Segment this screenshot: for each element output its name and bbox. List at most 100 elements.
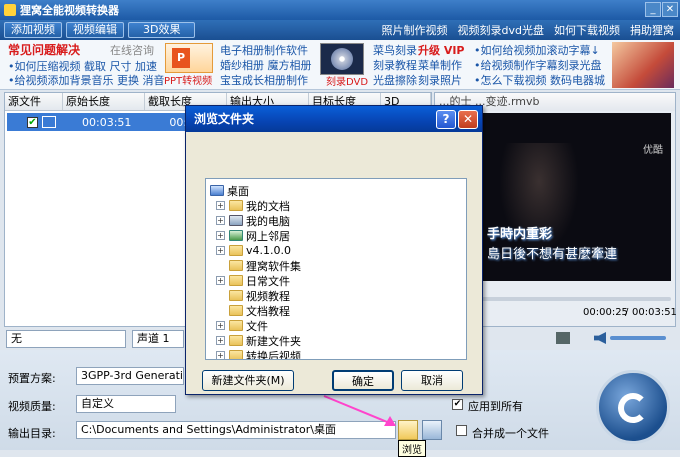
tree-item[interactable]: + 我的电脑 [216,213,290,228]
tree-item[interactable]: 文档教程 [216,303,290,318]
expand-icon[interactable]: + [216,321,225,330]
burn-link[interactable]: 刻录教程 [373,59,417,73]
caption-line-2: 島日後不想有甚麼牽連 [487,247,618,262]
folder-icon [229,335,243,346]
desktop-icon [210,185,224,196]
refresh-icon [618,393,648,423]
tree-item-label: 我的电脑 [246,214,290,228]
close-icon[interactable]: ✕ [662,2,678,17]
tree-item[interactable]: + 网上邻居 [216,228,290,243]
folder-icon [229,350,243,359]
row-duration: 00:03:51 [82,115,132,129]
tree-item-label: 日常文件 [246,274,290,288]
top-link[interactable]: 照片制作视频 [382,22,448,38]
burn-link[interactable]: 光盘擦除 [373,74,417,88]
album-link[interactable]: 婚纱相册 魔方相册 [220,59,312,73]
col-header[interactable]: 源文件 [5,93,63,110]
tree-item[interactable]: + 新建文件夹 [216,333,301,348]
tree-item-label: 网上邻居 [246,229,290,243]
tree-item[interactable]: 桌面 [210,183,249,198]
tree-item[interactable]: 视频教程 [216,288,290,303]
faq-line-1[interactable]: •如何压缩视频 截取 尺寸 加速 [8,60,157,74]
browse-folder-button[interactable] [398,420,418,440]
expand-icon[interactable]: + [216,231,225,240]
quality-select[interactable]: 自定义 [76,395,176,413]
faq-title[interactable]: 常见问题解决 [8,43,80,57]
top-link[interactable]: 捐助狸窝 [630,22,674,38]
tree-item-label: 转换后视频 [246,349,301,360]
volume-slider[interactable] [610,336,666,340]
burn-link[interactable]: 菜鸟刻录 [373,44,417,58]
tree-item[interactable]: 狸窝软件集 [216,258,301,273]
browse-tooltip: 浏览 [398,440,426,457]
close-icon[interactable]: ✕ [458,110,478,129]
cancel-button[interactable]: 取消 [401,370,463,391]
expand-icon[interactable]: + [216,336,225,345]
tree-item[interactable]: + 文件 [216,318,268,333]
game-ad-image[interactable] [612,42,674,88]
tree-item[interactable]: + v4.1.0.0 [216,243,291,258]
top-link[interactable]: 如何下载视频 [554,22,620,38]
edit-video-button[interactable]: 视频编辑 [66,22,124,38]
browse-folder-dialog: 浏览文件夹 ? ✕ 桌面 + 我的文档 + 我的电脑 + 网上邻居 + v4.1.0.0 狸窝软件… [185,105,483,395]
tree-item[interactable]: + 我的文档 [216,198,290,213]
tree-item-label: 狸窝软件集 [246,259,301,273]
top-links: 照片制作视频 视频刻录dvd光盘 如何下载视频 捐助狸窝 [382,22,674,38]
expand-icon[interactable]: + [216,276,225,285]
time-current: 00:00:25 [583,307,628,318]
ppt-icon[interactable]: P [165,43,213,73]
tree-item[interactable]: + 转换后视频 [216,348,301,360]
apply-all-label: 应用到所有 [468,400,523,413]
tree-item-label: 我的文档 [246,199,290,213]
ok-button[interactable]: 确定 [332,370,394,391]
tree-item-label: v4.1.0.0 [246,244,291,257]
row-checkbox[interactable]: ✔ [27,116,38,128]
tree-item-label: 新建文件夹 [246,334,301,348]
3d-effect-button[interactable]: 3D效果 [128,22,196,38]
folder-icon [229,245,243,256]
camera-icon[interactable] [556,332,570,344]
online-consult-link[interactable]: 在线咨询 [110,44,154,58]
top-link[interactable]: 视频刻录dvd光盘 [458,22,544,38]
preset-select[interactable]: 3GPP-3rd Generation [76,367,184,385]
album-link[interactable]: 宝宝成长相册制作 [220,74,308,88]
faq-line-2[interactable]: •给视频添加背景音乐 更换 消音 [8,74,164,88]
audio-select[interactable]: 声道 1 [132,330,184,348]
dvd-icon[interactable] [320,43,364,75]
minimize-icon[interactable]: _ [645,2,661,17]
menu-make-link[interactable]: 菜单制作 [418,59,462,73]
apply-all-checkbox[interactable]: ✔ [452,399,463,410]
expand-icon[interactable]: + [216,246,225,255]
new-folder-button[interactable]: 新建文件夹(M) [202,370,294,391]
output-label: 输出目录: [8,427,56,440]
folder-icon [229,320,243,331]
preset-label: 预置方案: [8,372,56,385]
open-folder-button[interactable] [422,420,442,440]
convert-button[interactable] [596,370,670,444]
dvd-label[interactable]: 刻录DVD [326,76,368,90]
help-icon[interactable]: ? [436,110,456,129]
app-title: 狸窝全能视频转换器 [20,4,119,17]
expand-icon[interactable]: + [216,216,225,225]
right-link[interactable]: •如何给视频加滚动字幕↓ [474,44,600,58]
folder-tree[interactable]: 桌面 + 我的文档 + 我的电脑 + 网上邻居 + v4.1.0.0 狸窝软件集 + 日常文件 视频教程… [205,178,467,360]
vip-link[interactable]: 升级 VIP [418,44,465,58]
subtitle-select[interactable]: 无 [6,330,126,348]
right-link[interactable]: •给视频制作字幕刻录光盘 [474,59,602,73]
merge-label: 合并成一个文件 [472,427,549,440]
film-icon [42,116,56,128]
burn-photo-link[interactable]: 刻录照片 [418,74,462,88]
add-video-button[interactable]: 添加视频 [4,22,62,38]
tree-item-label: 桌面 [227,184,249,198]
right-link[interactable]: •怎么下载视频 数码电器城 [474,74,605,88]
tree-item[interactable]: + 日常文件 [216,273,290,288]
album-link[interactable]: 电子相册制作软件 [220,44,308,58]
pc-icon [229,215,243,226]
merge-checkbox[interactable] [456,425,467,436]
expand-icon[interactable]: + [216,201,225,210]
ppt-label[interactable]: PPT转视频 [164,75,212,89]
window-controls: _ ✕ [645,2,678,17]
expand-icon[interactable]: + [216,351,225,359]
volume-icon[interactable] [594,332,606,344]
col-header[interactable]: 原始长度 [63,93,145,110]
